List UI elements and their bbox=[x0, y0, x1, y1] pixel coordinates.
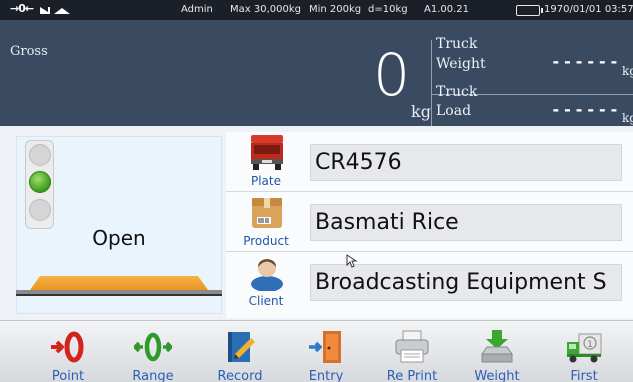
weighing-mode-label: Gross bbox=[10, 44, 48, 59]
traffic-lamp-green bbox=[29, 171, 51, 193]
status-bar: →0← Admin Max 30,000kg Min 200kg d=10kg … bbox=[0, 0, 633, 20]
printer-icon bbox=[395, 330, 429, 363]
first-weigh-truck-icon: 1 bbox=[567, 333, 602, 363]
plate-field[interactable]: CR4576 bbox=[310, 144, 622, 181]
product-row: Product Basmati Rice bbox=[226, 192, 633, 252]
truck-weight-value: ------ bbox=[551, 52, 621, 71]
plate-row: Plate CR4576 bbox=[226, 132, 633, 192]
max-capacity: Max 30,000kg bbox=[230, 4, 301, 15]
entry-label: Entry bbox=[308, 369, 344, 382]
product-box-icon[interactable] bbox=[248, 195, 286, 231]
min-capacity: Min 200kg bbox=[309, 4, 362, 15]
zero-point-icon bbox=[51, 331, 84, 363]
truck-load-label-line2: Load bbox=[436, 103, 472, 119]
client-person-icon[interactable] bbox=[248, 255, 286, 291]
zero-point-label: Point bbox=[51, 369, 85, 382]
gate-status: Open bbox=[92, 226, 146, 250]
product-field[interactable]: Basmati Rice bbox=[310, 204, 622, 241]
product-label: Product bbox=[243, 234, 289, 248]
reprint-button[interactable]: Re Print bbox=[374, 326, 450, 382]
zero-range-label: Range bbox=[132, 369, 174, 382]
truck-load-label-line1: Truck bbox=[436, 84, 478, 100]
truck-weight-label-line2: Weight bbox=[436, 56, 486, 72]
battery-icon bbox=[516, 5, 543, 16]
client-field[interactable]: Broadcasting Equipment S bbox=[310, 264, 622, 301]
truck-front-icon[interactable] bbox=[248, 135, 286, 171]
entry-button[interactable]: Entry bbox=[288, 326, 364, 382]
weight-display: Gross 0 kg Truck Weight ------ kg Truck … bbox=[0, 20, 633, 146]
zero-indicator: →0← bbox=[10, 2, 34, 15]
record-button[interactable]: Record bbox=[202, 326, 278, 382]
traffic-lamp-yellow bbox=[29, 199, 51, 221]
plate-label: Plate bbox=[250, 174, 281, 188]
datetime: 1970/01/01 03:57 bbox=[544, 4, 633, 15]
truck-load-unit: kg bbox=[622, 111, 633, 125]
truck-weight-unit: kg bbox=[622, 64, 633, 78]
zero-point-button[interactable]: Point bbox=[30, 326, 106, 382]
first-weigh-label: First bbox=[570, 369, 598, 382]
traffic-lamp-red bbox=[29, 144, 51, 166]
first-weigh-button[interactable]: 1 First bbox=[546, 326, 622, 382]
record-label: Record bbox=[217, 369, 263, 382]
record-book-icon bbox=[228, 332, 255, 362]
scale-platform-icon bbox=[30, 276, 208, 290]
weight-button[interactable]: Weight bbox=[459, 326, 535, 382]
weight-unit: kg bbox=[411, 102, 431, 121]
stable-indicator-icon bbox=[40, 7, 70, 14]
zero-range-icon bbox=[134, 332, 172, 362]
ground-line bbox=[16, 294, 222, 296]
reprint-label: Re Print bbox=[386, 369, 438, 382]
truck-load-value: ------ bbox=[551, 100, 621, 119]
zero-range-button[interactable]: Range bbox=[115, 326, 191, 382]
truck-weight-label-line1: Truck bbox=[436, 36, 478, 52]
client-label: Client bbox=[248, 294, 284, 308]
weight-download-icon bbox=[481, 330, 513, 363]
division: d=10kg bbox=[368, 4, 408, 15]
svg-text:1: 1 bbox=[587, 340, 593, 350]
user-name: Admin bbox=[181, 4, 213, 15]
weight-label: Weight bbox=[474, 369, 520, 382]
client-row: Client Broadcasting Equipment S bbox=[226, 252, 633, 312]
weight-value: 0 bbox=[373, 41, 410, 109]
mouse-cursor-icon bbox=[346, 254, 358, 268]
entry-door-icon bbox=[309, 331, 341, 363]
firmware-version: A1.00.21 bbox=[424, 4, 470, 15]
